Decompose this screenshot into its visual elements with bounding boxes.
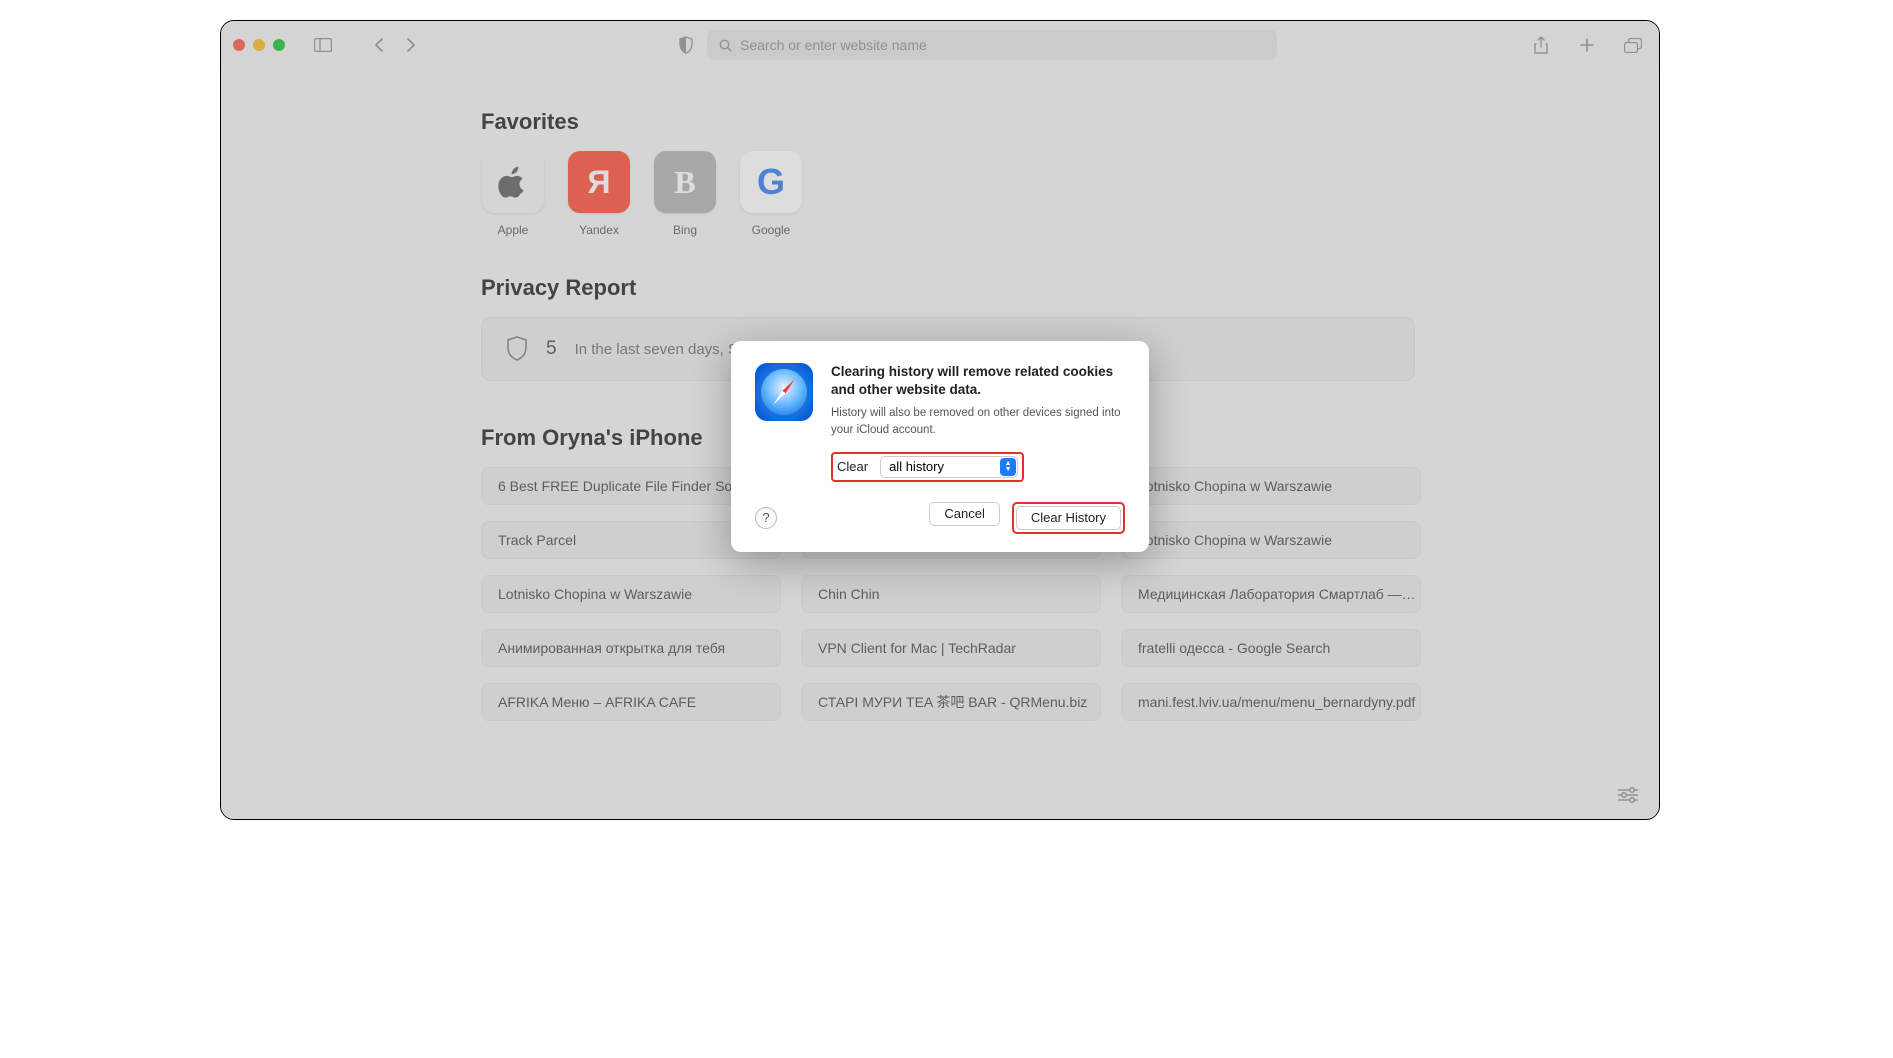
dropdown-value: all history (889, 459, 944, 474)
stepper-arrows-icon: ▲▼ (1000, 458, 1016, 476)
address-search-field[interactable]: Search or enter website name (707, 30, 1277, 60)
sidebar-icon (314, 38, 332, 52)
favorites-heading: Favorites (481, 109, 1399, 135)
customize-start-page-button[interactable] (1617, 787, 1639, 803)
search-icon (719, 39, 732, 52)
clear-history-highlight: Clear History (1012, 502, 1125, 534)
bing-icon: B (654, 151, 716, 213)
window-controls (233, 39, 285, 51)
tab-overview-button[interactable] (1619, 31, 1647, 59)
minimize-window-button[interactable] (253, 39, 265, 51)
zoom-window-button[interactable] (273, 39, 285, 51)
clear-history-button[interactable]: Clear History (1016, 506, 1121, 530)
iphone-tab-item[interactable]: СТАРІ МУРИ TEA 茶吧 BAR - QRMenu.biz (801, 683, 1101, 721)
close-window-button[interactable] (233, 39, 245, 51)
google-icon: G (740, 151, 802, 213)
share-button[interactable] (1527, 31, 1555, 59)
dialog-title: Clearing history will remove related coo… (831, 363, 1125, 399)
plus-icon (1579, 37, 1595, 53)
sliders-icon (1617, 787, 1639, 803)
new-tab-button[interactable] (1573, 31, 1601, 59)
cancel-button[interactable]: Cancel (929, 502, 999, 526)
iphone-tab-item[interactable]: Chin Chin (801, 575, 1101, 613)
privacy-heading: Privacy Report (481, 275, 1399, 301)
clear-range-dropdown[interactable]: all history ▲▼ (880, 456, 1018, 478)
help-button[interactable]: ? (755, 507, 777, 529)
tracker-count: 5 (546, 338, 557, 360)
shield-icon (506, 336, 528, 362)
iphone-tab-item[interactable]: Lotnisko Chopina w Warszawie (1121, 521, 1421, 559)
safari-window: Search or enter website name Favorites A… (220, 20, 1660, 820)
chevron-right-icon (406, 38, 416, 52)
clear-range-highlight: Clear all history ▲▼ (831, 452, 1024, 482)
titlebar: Search or enter website name (221, 21, 1659, 69)
iphone-tab-item[interactable]: VPN Client for Mac | TechRadar (801, 629, 1101, 667)
clear-label: Clear (837, 459, 868, 474)
chevron-left-icon (374, 38, 384, 52)
shield-half-icon (678, 36, 694, 54)
iphone-tab-item[interactable]: Lotnisko Chopina w Warszawie (1121, 467, 1421, 505)
forward-button[interactable] (397, 31, 425, 59)
iphone-tab-item[interactable]: Анимированная открытка для тебя (481, 629, 781, 667)
iphone-tab-item[interactable]: Lotnisko Chopina w Warszawie (481, 575, 781, 613)
favorite-apple[interactable]: Apple (481, 151, 545, 237)
safari-app-icon (755, 363, 813, 421)
favorite-google[interactable]: G Google (739, 151, 803, 237)
iphone-tab-item[interactable]: AFRIKA Меню – AFRIKA CAFE (481, 683, 781, 721)
tabs-icon (1624, 38, 1642, 53)
favorite-bing[interactable]: B Bing (653, 151, 717, 237)
share-icon (1533, 36, 1549, 54)
iphone-tab-item[interactable]: mani.fest.lviv.ua/menu/menu_bernardyny.p… (1121, 683, 1421, 721)
sidebar-toggle-button[interactable] (309, 31, 337, 59)
iphone-tab-item[interactable]: Медицинская Лаборатория Смартлаб —… (1121, 575, 1421, 613)
privacy-shield-button[interactable] (675, 34, 697, 56)
yandex-icon: Я (568, 151, 630, 213)
dialog-subtitle: History will also be removed on other de… (831, 405, 1125, 437)
clear-history-dialog: Clearing history will remove related coo… (731, 341, 1149, 552)
apple-icon (482, 151, 544, 213)
favorite-yandex[interactable]: Я Yandex (567, 151, 631, 237)
favorites-row: Apple Я Yandex B Bing G Google (481, 151, 1399, 237)
back-button[interactable] (365, 31, 393, 59)
iphone-tab-item[interactable]: fratelli одесса - Google Search (1121, 629, 1421, 667)
search-placeholder: Search or enter website name (740, 37, 927, 53)
